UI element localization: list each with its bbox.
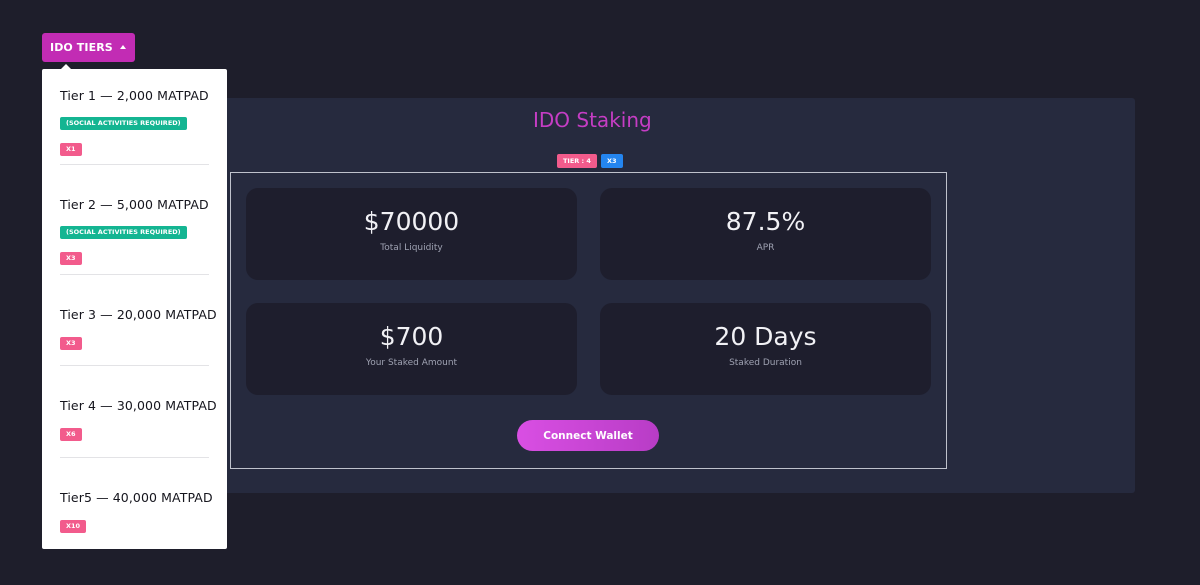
staked-amount-value: $700 <box>379 322 444 351</box>
multiplier-badge: X10 <box>60 520 87 533</box>
ido-tiers-toggle-label: IDO TIERS <box>50 41 113 54</box>
apr-value: 87.5% <box>725 207 806 236</box>
stat-card-total-liquidity: $70000 Total Liquidity <box>246 188 577 280</box>
staked-duration-value: 20 Days <box>714 322 817 351</box>
tier-title: Tier 2 — 5,000 MATPAD <box>60 197 209 212</box>
page-title: IDO Staking <box>533 108 652 132</box>
stat-card-staked-duration: 20 Days Staked Duration <box>600 303 931 395</box>
tier-title: Tier 1 — 2,000 MATPAD <box>60 88 209 103</box>
multiplier-badge: X1 <box>60 143 82 156</box>
social-activities-badge: (SOCIAL ACTIVITIES REQUIRED) <box>60 117 187 130</box>
total-liquidity-value: $70000 <box>363 207 460 236</box>
current-multiplier-badge: X3 <box>600 154 623 168</box>
stat-card-staked-amount: $700 Your Staked Amount <box>246 303 577 395</box>
tier-title: Tier 4 — 30,000 MATPAD <box>60 398 217 413</box>
tier-title: Tier5 — 40,000 MATPAD <box>60 490 213 505</box>
ido-staking-panel: IDO Staking TIER : 4 X3 $70000 Total Liq… <box>200 98 1135 493</box>
current-tier-badges: TIER : 4 X3 <box>557 154 623 168</box>
multiplier-badge: X3 <box>60 252 82 265</box>
dropdown-item-tier-1[interactable]: Tier 1 — 2,000 MATPAD (SOCIAL ACTIVITIES… <box>60 69 209 165</box>
dropdown-item-tier-2[interactable]: Tier 2 — 5,000 MATPAD (SOCIAL ACTIVITIES… <box>60 165 209 275</box>
tier-title: Tier 3 — 20,000 MATPAD <box>60 307 217 322</box>
staked-amount-label: Your Staked Amount <box>365 358 458 368</box>
dropdown-item-tier-3[interactable]: Tier 3 — 20,000 MATPAD X3 <box>60 275 217 366</box>
caret-up-icon <box>120 45 126 49</box>
current-tier-badge: TIER : 4 <box>557 154 597 168</box>
ido-tiers-dropdown-menu: Tier 1 — 2,000 MATPAD (SOCIAL ACTIVITIES… <box>42 64 227 549</box>
multiplier-badge: X3 <box>60 337 82 350</box>
connect-wallet-button[interactable]: Connect Wallet <box>517 420 659 451</box>
staked-duration-label: Staked Duration <box>729 358 802 368</box>
multiplier-badge: X6 <box>60 428 82 441</box>
dropdown-item-tier-5[interactable]: Tier5 — 40,000 MATPAD X10 <box>60 458 213 549</box>
social-activities-badge: (SOCIAL ACTIVITIES REQUIRED) <box>60 226 187 239</box>
ido-tiers-dropdown-toggle[interactable]: IDO TIERS <box>42 33 135 62</box>
total-liquidity-label: Total Liquidity <box>380 243 443 253</box>
dropdown-item-tier-4[interactable]: Tier 4 — 30,000 MATPAD X6 <box>60 366 217 458</box>
stat-card-apr: 87.5% APR <box>600 188 931 280</box>
apr-label: APR <box>756 243 775 253</box>
stats-container: $70000 Total Liquidity 87.5% APR $700 Yo… <box>230 172 947 469</box>
